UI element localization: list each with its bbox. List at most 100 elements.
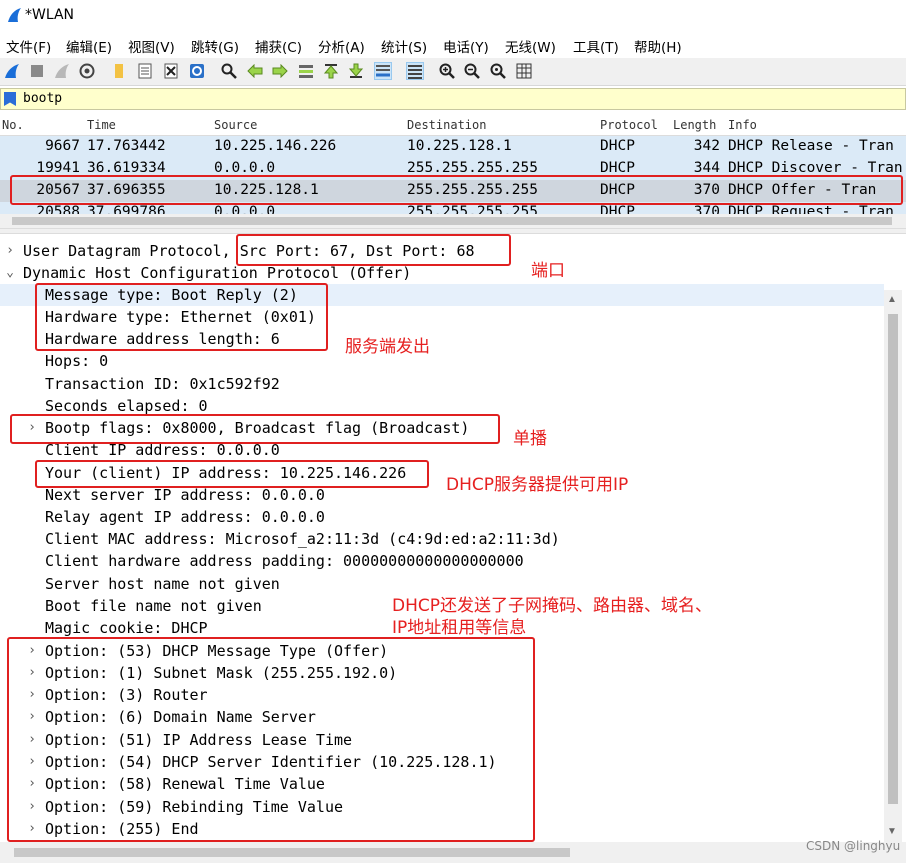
detail-line[interactable]: Next server IP address: 0.0.0.0 bbox=[0, 484, 884, 506]
packet-length: 370 bbox=[693, 182, 720, 198]
wireshark-fin-icon bbox=[8, 8, 21, 22]
bookmark-icon[interactable] bbox=[4, 92, 16, 106]
detail-line[interactable]: Client hardware address padding: 0000000… bbox=[0, 550, 884, 572]
detail-line[interactable]: Relay agent IP address: 0.0.0.0 bbox=[0, 506, 884, 528]
column-destination[interactable]: Destination bbox=[407, 118, 486, 132]
zoom-in-icon[interactable] bbox=[438, 62, 456, 80]
menu-go[interactable]: 跳转(G) bbox=[191, 36, 239, 56]
detail-line-option[interactable]: › Option: (54) DHCP Server Identifier (1… bbox=[0, 751, 884, 773]
menu-tools[interactable]: 工具(T) bbox=[573, 36, 619, 56]
packet-source: 0.0.0.0 bbox=[214, 204, 276, 214]
detail-line-option[interactable]: › Option: (3) Router bbox=[0, 684, 884, 706]
pane-splitter[interactable] bbox=[0, 228, 906, 234]
detail-line[interactable]: Hardware type: Ethernet (0x01) bbox=[0, 306, 884, 328]
options-gear-icon[interactable] bbox=[78, 62, 96, 80]
colorize-icon[interactable] bbox=[406, 62, 424, 80]
menu-help[interactable]: 帮助(H) bbox=[634, 36, 682, 56]
main-toolbar bbox=[0, 58, 906, 86]
expand-arrow-icon[interactable]: › bbox=[26, 684, 38, 706]
menu-bar: 文件(F) 编辑(E) 视图(V) 跳转(G) 捕获(C) 分析(A) 统计(S… bbox=[0, 32, 906, 58]
zoom-normal-icon[interactable] bbox=[489, 62, 507, 80]
expand-arrow-icon[interactable]: › bbox=[26, 729, 38, 751]
expand-arrow-icon[interactable]: › bbox=[26, 640, 38, 662]
last-packet-icon[interactable] bbox=[347, 62, 365, 80]
detail-line-dhcp[interactable]: ⌄ Dynamic Host Configuration Protocol (O… bbox=[0, 262, 884, 284]
save-file-icon[interactable] bbox=[136, 62, 154, 80]
column-length[interactable]: Length bbox=[673, 118, 716, 132]
detail-line-bootp-flags[interactable]: › Bootp flags: 0x8000, Broadcast flag (B… bbox=[0, 417, 884, 439]
scroll-thumb[interactable] bbox=[12, 217, 892, 225]
expand-arrow-icon[interactable]: › bbox=[26, 751, 38, 773]
detail-line-option[interactable]: › Option: (255) End bbox=[0, 818, 884, 840]
forward-arrow-icon[interactable] bbox=[271, 62, 289, 80]
detail-line-option[interactable]: › Option: (1) Subnet Mask (255.255.192.0… bbox=[0, 662, 884, 684]
packet-row[interactable]: 20588 37.699786 0.0.0.0 255.255.255.255 … bbox=[0, 202, 906, 214]
column-time[interactable]: Time bbox=[87, 118, 116, 132]
menu-edit[interactable]: 编辑(E) bbox=[66, 36, 112, 56]
expand-arrow-icon[interactable]: › bbox=[26, 773, 38, 795]
packet-list: No. Time Source Destination Protocol Len… bbox=[0, 114, 906, 214]
reload-icon[interactable] bbox=[188, 62, 206, 80]
packet-list-hscrollbar[interactable] bbox=[0, 214, 906, 228]
detail-line-udp[interactable]: › User Datagram Protocol, Src Port: 67, … bbox=[0, 240, 884, 262]
detail-line[interactable]: Seconds elapsed: 0 bbox=[0, 395, 884, 417]
packet-row-selected[interactable]: 20567 37.696355 10.225.128.1 255.255.255… bbox=[0, 180, 906, 202]
restart-icon[interactable] bbox=[53, 62, 71, 80]
detail-line[interactable]: Transaction ID: 0x1c592f92 bbox=[0, 373, 884, 395]
packet-row[interactable]: 19941 36.619334 0.0.0.0 255.255.255.255 … bbox=[0, 158, 906, 180]
autoscroll-icon[interactable] bbox=[374, 62, 392, 80]
detail-line[interactable]: Client MAC address: Microsof_a2:11:3d (c… bbox=[0, 528, 884, 550]
close-file-icon[interactable] bbox=[162, 62, 180, 80]
menu-telephony[interactable]: 电话(Y) bbox=[443, 36, 489, 56]
detail-line[interactable]: Hops: 0 bbox=[0, 350, 884, 372]
expand-arrow-icon[interactable]: › bbox=[26, 818, 38, 840]
detail-line[interactable]: Client IP address: 0.0.0.0 bbox=[0, 439, 884, 461]
annotation-also-sent-line2: IP地址租用等信息 bbox=[392, 618, 527, 638]
detail-line-option[interactable]: › Option: (51) IP Address Lease Time bbox=[0, 729, 884, 751]
menu-analyze[interactable]: 分析(A) bbox=[318, 36, 365, 56]
scroll-thumb[interactable] bbox=[888, 314, 898, 804]
detail-line-option[interactable]: › Option: (59) Rebinding Time Value bbox=[0, 796, 884, 818]
find-icon[interactable] bbox=[220, 62, 238, 80]
expand-arrow-icon[interactable]: › bbox=[26, 662, 38, 684]
packet-no: 20588 bbox=[36, 204, 80, 214]
open-folder-icon[interactable] bbox=[110, 62, 128, 80]
scroll-down-icon[interactable]: ▼ bbox=[887, 826, 897, 837]
detail-line-option[interactable]: › Option: (53) DHCP Message Type (Offer) bbox=[0, 640, 884, 662]
expand-arrow-icon[interactable]: › bbox=[26, 796, 38, 818]
scroll-up-icon[interactable]: ▲ bbox=[887, 294, 897, 305]
column-info[interactable]: Info bbox=[728, 118, 757, 132]
detail-line[interactable]: Hardware address length: 6 bbox=[0, 328, 884, 350]
packet-row[interactable]: 9667 17.763442 10.225.146.226 10.225.128… bbox=[0, 136, 906, 158]
expand-arrow-icon[interactable]: › bbox=[26, 706, 38, 728]
goto-packet-icon[interactable] bbox=[297, 62, 315, 80]
collapse-arrow-icon[interactable]: ⌄ bbox=[4, 262, 16, 284]
back-arrow-icon[interactable] bbox=[246, 62, 264, 80]
menu-statistics[interactable]: 统计(S) bbox=[381, 36, 427, 56]
menu-view[interactable]: 视图(V) bbox=[128, 36, 175, 56]
detail-line-option[interactable]: › Option: (58) Renewal Time Value bbox=[0, 773, 884, 795]
detail-line[interactable]: Your (client) IP address: 10.225.146.226 bbox=[0, 462, 884, 484]
first-packet-icon[interactable] bbox=[322, 62, 340, 80]
details-vscrollbar[interactable]: ▲ ▼ bbox=[884, 290, 902, 842]
zoom-out-icon[interactable] bbox=[463, 62, 481, 80]
shark-start-icon[interactable] bbox=[3, 62, 21, 80]
resize-columns-icon[interactable] bbox=[515, 62, 533, 80]
column-no[interactable]: No. bbox=[2, 118, 24, 132]
detail-line[interactable]: Message type: Boot Reply (2) bbox=[0, 284, 884, 306]
expand-arrow-icon[interactable]: › bbox=[26, 417, 38, 439]
scroll-thumb[interactable] bbox=[14, 848, 570, 857]
packet-no: 19941 bbox=[36, 160, 80, 176]
menu-capture[interactable]: 捕获(C) bbox=[255, 36, 302, 56]
packet-protocol: DHCP bbox=[600, 160, 635, 176]
details-hscrollbar[interactable] bbox=[0, 842, 906, 863]
stop-icon[interactable] bbox=[28, 62, 46, 80]
column-source[interactable]: Source bbox=[214, 118, 257, 132]
detail-line-option[interactable]: › Option: (6) Domain Name Server bbox=[0, 706, 884, 728]
display-filter-input[interactable]: bootp bbox=[0, 88, 906, 110]
column-protocol[interactable]: Protocol bbox=[600, 118, 658, 132]
expand-arrow-icon[interactable]: › bbox=[4, 240, 16, 262]
packet-destination: 10.225.128.1 bbox=[407, 138, 512, 154]
menu-wireless[interactable]: 无线(W) bbox=[505, 36, 556, 56]
menu-file[interactable]: 文件(F) bbox=[6, 36, 51, 56]
